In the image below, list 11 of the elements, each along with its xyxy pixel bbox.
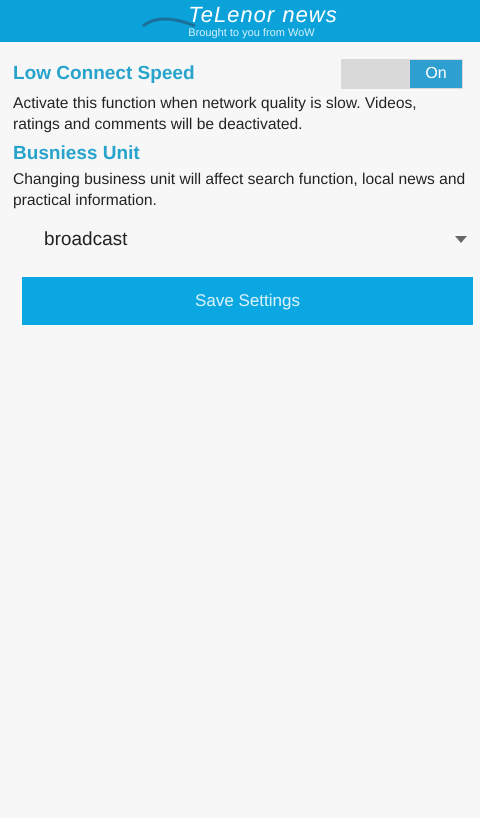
business-unit-dropdown[interactable]: broadcast (44, 229, 467, 251)
description-text: Activate this function when network quality is slow. Videos, ratings and comments will be deactivated. (13, 94, 418, 135)
app-title: TeLenor news (188, 3, 338, 27)
save-settings-button[interactable]: Save Settings (22, 277, 473, 325)
toggle-switch[interactable]: On (341, 59, 463, 89)
dropdown-caret-icon (455, 236, 467, 244)
section-title: Busniess Unit (13, 143, 140, 165)
section-title: Low Connect Speed (13, 63, 195, 85)
app-subtitle: Brought to you from WoW (188, 27, 316, 39)
description-text: Changing business unit will affect search function, local news and practical information. (13, 170, 466, 211)
toggle-knob: On (410, 60, 462, 88)
